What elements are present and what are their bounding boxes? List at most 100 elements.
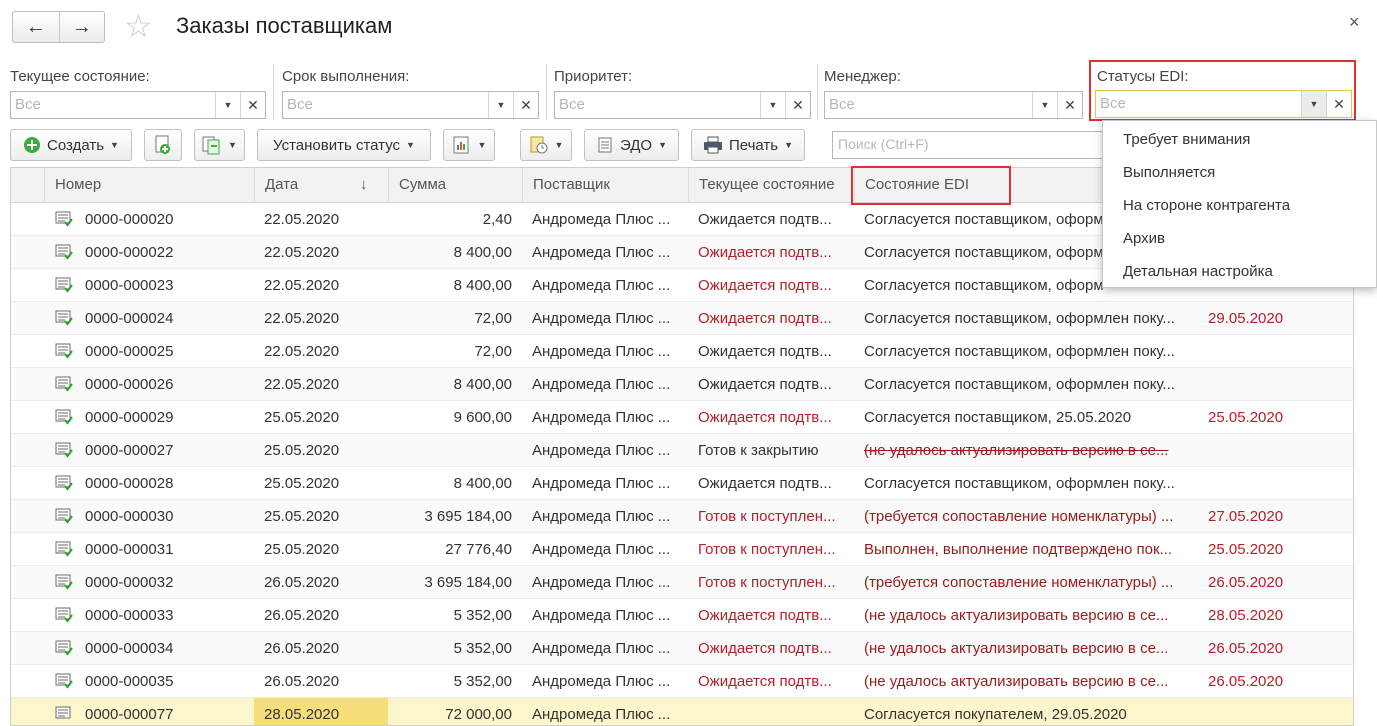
- cell-edi-date: 26.05.2020: [1208, 640, 1284, 657]
- table-row[interactable]: 0000-000029 25.05.2020 9 600,00 Андромеда П…: [11, 401, 1353, 434]
- cell-edi-date: 27.05.2020: [1208, 508, 1284, 525]
- dropdown-item-counterparty-side[interactable]: На стороне контрагента: [1123, 189, 1290, 222]
- filter-edi-status-combo[interactable]: Все ▼ ✕: [1095, 90, 1352, 118]
- table-row[interactable]: 0000-000028 25.05.2020 8 400,00 Андромеда П…: [11, 467, 1353, 500]
- cell-edi-date: 26.05.2020: [1208, 673, 1284, 690]
- cell-sum: 72,00: [474, 310, 512, 327]
- dropdown-arrow-icon[interactable]: ▼: [760, 92, 785, 118]
- create-label: Создать: [47, 136, 105, 154]
- table-row[interactable]: 0000-000030 25.05.2020 3 695 184,00 Андроме…: [11, 500, 1353, 533]
- header-number[interactable]: Номер: [44, 168, 254, 203]
- cell-edi-state: Согласуется поставщиком, оформлен поку..…: [864, 475, 1175, 492]
- cell-date: 26.05.2020: [264, 640, 340, 657]
- edo-button[interactable]: ЭДО ▼: [584, 129, 679, 161]
- attachments-button[interactable]: ▼: [520, 129, 572, 161]
- header-sum[interactable]: Сумма: [388, 168, 522, 203]
- document-check-icon: [55, 607, 73, 623]
- table-row[interactable]: 0000-000033 26.05.2020 5 352,00 Андромеда П…: [11, 599, 1353, 632]
- cell-supplier: Андромеда Плюс ...: [532, 640, 671, 657]
- document-check-icon: [55, 211, 73, 227]
- cell-date: 26.05.2020: [264, 574, 340, 591]
- plus-circle-icon: [24, 137, 41, 153]
- filter-manager-combo[interactable]: Все ▼ ✕: [824, 91, 1083, 119]
- filter-priority-input[interactable]: Все: [555, 92, 760, 118]
- cell-supplier: Андромеда Плюс ...: [532, 508, 671, 525]
- filter-manager-input[interactable]: Все: [825, 92, 1032, 118]
- print-button[interactable]: Печать ▼: [691, 129, 805, 161]
- header-supplier[interactable]: Поставщик: [522, 168, 688, 203]
- cell-date: 22.05.2020: [264, 277, 340, 294]
- cell-sum: 3 695 184,00: [424, 574, 512, 591]
- dropdown-arrow-icon[interactable]: ▼: [215, 92, 240, 118]
- clear-icon[interactable]: ✕: [785, 92, 810, 118]
- cell-edi-date: [1198, 434, 1353, 467]
- favorite-star-icon[interactable]: ☆: [124, 9, 153, 43]
- caret-down-icon: ▼: [554, 140, 564, 150]
- filter-deadline-combo[interactable]: Все ▼ ✕: [282, 91, 539, 119]
- cell-current-state: Ожидается подтв...: [698, 607, 832, 624]
- table-row[interactable]: 0000-000024 22.05.2020 72,00 Андромеда Плюс…: [11, 302, 1353, 335]
- clear-icon[interactable]: ✕: [1057, 92, 1082, 118]
- filter-current-state-input[interactable]: Все: [11, 92, 215, 118]
- dropdown-arrow-icon[interactable]: ▼: [1301, 91, 1326, 117]
- dropdown-item-requires-attention[interactable]: Требует внимания: [1123, 123, 1250, 156]
- table-row[interactable]: 0000-000032 26.05.2020 3 695 184,00 Андроме…: [11, 566, 1353, 599]
- clear-icon[interactable]: ✕: [240, 92, 265, 118]
- caret-down-icon: ▼: [406, 140, 415, 150]
- table-row[interactable]: 0000-000034 26.05.2020 5 352,00 Андромеда П…: [11, 632, 1353, 665]
- cell-edi-state: (требуется сопоставление номенклатуры) .…: [864, 574, 1174, 591]
- clear-icon[interactable]: ✕: [513, 92, 538, 118]
- cell-sum: 2,40: [482, 211, 512, 228]
- cell-sum: 72,00: [474, 343, 512, 360]
- search-input[interactable]: Поиск (Ctrl+F): [832, 131, 1108, 159]
- close-icon[interactable]: ×: [1349, 12, 1360, 33]
- header-date[interactable]: Дата ↓: [254, 168, 388, 203]
- cell-current-state: Готов к закрытию: [698, 442, 819, 459]
- reports-button[interactable]: ▼: [443, 129, 495, 161]
- dropdown-item-archive[interactable]: Архив: [1123, 222, 1165, 255]
- filter-priority-label: Приоритет:: [554, 68, 633, 85]
- filter-edi-status-input[interactable]: Все: [1096, 91, 1301, 117]
- cell-edi-date: 29.05.2020: [1208, 310, 1284, 327]
- filter-deadline-label: Срок выполнения:: [282, 68, 410, 85]
- document-check-icon: [55, 343, 73, 359]
- cell-edi-date: 25.05.2020: [1208, 409, 1284, 426]
- report-chart-icon: [453, 136, 469, 154]
- dropdown-item-in-progress[interactable]: Выполняется: [1123, 156, 1215, 189]
- cell-current-state: Ожидается подтв...: [698, 475, 832, 492]
- set-status-button[interactable]: Установить статус ▼: [257, 129, 431, 161]
- cell-supplier: Андромеда Плюс ...: [532, 706, 671, 723]
- table-row[interactable]: 0000-000035 26.05.2020 5 352,00 Андромеда П…: [11, 665, 1353, 698]
- copy-document-button[interactable]: [144, 129, 182, 161]
- filter-deadline-input[interactable]: Все: [283, 92, 488, 118]
- dropdown-arrow-icon[interactable]: ▼: [1032, 92, 1057, 118]
- cell-sum: 9 600,00: [453, 409, 512, 426]
- cell-supplier: Андромеда Плюс ...: [532, 574, 671, 591]
- table-row[interactable]: 0000-000025 22.05.2020 72,00 Андромеда Плюс…: [11, 335, 1353, 368]
- table-row[interactable]: 0000-000026 22.05.2020 8 400,00 Андромеда П…: [11, 368, 1353, 401]
- table-row[interactable]: 0000-000031 25.05.2020 27 776,40 Андромеда …: [11, 533, 1353, 566]
- filter-current-state-combo[interactable]: Все ▼ ✕: [10, 91, 266, 119]
- caret-down-icon: ▼: [110, 140, 119, 150]
- cell-date: 25.05.2020: [264, 508, 340, 525]
- cell-edi-state: Согласуется покупателем, 29.05.2020: [864, 706, 1127, 723]
- document-check-icon: [55, 541, 73, 557]
- documents-green-icon: [202, 136, 220, 155]
- navigation-buttons: ← →: [12, 11, 105, 43]
- clear-icon[interactable]: ✕: [1326, 91, 1351, 117]
- table-row[interactable]: 0000-000077 28.05.2020 72 000,00 Андромеда …: [11, 698, 1353, 725]
- cell-number: 0000-000034: [85, 640, 174, 657]
- cell-edi-state: (не удалось актуализировать версию в се.…: [864, 673, 1169, 690]
- create-based-on-button[interactable]: ▼: [194, 129, 245, 161]
- back-button[interactable]: ←: [13, 12, 59, 42]
- dropdown-arrow-icon[interactable]: ▼: [488, 92, 513, 118]
- header-current-state[interactable]: Текущее состояние: [688, 168, 854, 203]
- create-button[interactable]: Создать ▼: [10, 129, 132, 161]
- table-row[interactable]: 0000-000027 25.05.2020 Андромеда Плюс ... Г…: [11, 434, 1353, 467]
- filter-priority-combo[interactable]: Все ▼ ✕: [554, 91, 811, 119]
- cell-supplier: Андромеда Плюс ...: [532, 277, 671, 294]
- forward-button[interactable]: →: [58, 12, 105, 42]
- filter-edi-status-label: Статусы EDI:: [1097, 68, 1189, 85]
- cell-number: 0000-000022: [85, 244, 174, 261]
- dropdown-item-detailed-settings[interactable]: Детальная настройка: [1123, 255, 1273, 288]
